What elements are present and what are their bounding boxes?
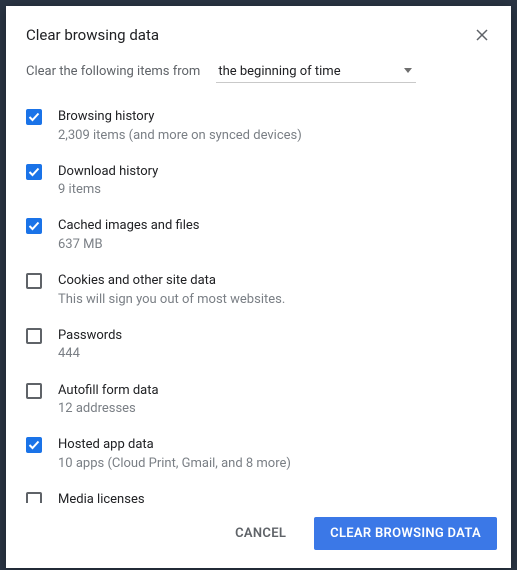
- chevron-down-icon: [404, 68, 412, 73]
- checkbox[interactable]: [26, 383, 42, 399]
- item-title: Download history: [58, 163, 493, 181]
- item-row: Cached images and files637 MB: [24, 208, 493, 263]
- item-subtitle: 9 items: [58, 181, 493, 199]
- app-backdrop: Clear browsing data Clear the following …: [0, 0, 517, 570]
- checkbox[interactable]: [26, 492, 42, 503]
- timerange-select[interactable]: the beginning of time: [216, 64, 416, 83]
- dialog-title: Clear browsing data: [26, 26, 159, 44]
- timerange-label: Clear the following items from: [26, 64, 200, 79]
- item-subtitle: This will sign you out of most websites.: [58, 291, 493, 309]
- item-texts: Autofill form data12 addresses: [58, 382, 493, 419]
- item-row: Cookies and other site dataThis will sig…: [24, 263, 493, 318]
- close-icon: [476, 29, 488, 41]
- item-subtitle: 637 MB: [58, 236, 493, 254]
- item-row: Media licensesYou may lose access to pre…: [24, 482, 493, 503]
- cancel-button[interactable]: Cancel: [219, 517, 302, 550]
- timerange-value: the beginning of time: [218, 64, 340, 79]
- item-texts: Download history9 items: [58, 163, 493, 200]
- clear-browsing-data-dialog: Clear browsing data Clear the following …: [6, 6, 511, 568]
- item-row: Browsing history2,309 items (and more on…: [24, 99, 493, 154]
- dialog-header: Clear browsing data: [6, 6, 511, 54]
- item-subtitle: 444: [58, 345, 493, 363]
- item-texts: Passwords444: [58, 327, 493, 364]
- item-texts: Hosted app data10 apps (Cloud Print, Gma…: [58, 436, 493, 473]
- item-texts: Media licensesYou may lose access to pre…: [58, 491, 493, 503]
- clear-browsing-data-button[interactable]: Clear browsing data: [314, 517, 497, 550]
- dialog-footer: Cancel Clear browsing data: [6, 503, 511, 568]
- checkbox[interactable]: [26, 328, 42, 344]
- item-title: Hosted app data: [58, 436, 493, 454]
- item-title: Autofill form data: [58, 382, 493, 400]
- checkbox[interactable]: [26, 273, 42, 289]
- checkbox[interactable]: [26, 109, 42, 125]
- item-texts: Cached images and files637 MB: [58, 217, 493, 254]
- item-title: Cached images and files: [58, 217, 493, 235]
- checkbox[interactable]: [26, 164, 42, 180]
- item-row: Autofill form data12 addresses: [24, 373, 493, 428]
- item-title: Cookies and other site data: [58, 272, 493, 290]
- item-texts: Cookies and other site dataThis will sig…: [58, 272, 493, 309]
- item-subtitle: 10 apps (Cloud Print, Gmail, and 8 more): [58, 455, 493, 473]
- item-subtitle: 12 addresses: [58, 400, 493, 418]
- timerange-row: Clear the following items from the begin…: [6, 54, 511, 97]
- item-texts: Browsing history2,309 items (and more on…: [58, 108, 493, 145]
- item-row: Passwords444: [24, 318, 493, 373]
- checkbox[interactable]: [26, 437, 42, 453]
- checkbox[interactable]: [26, 218, 42, 234]
- items-list: Browsing history2,309 items (and more on…: [6, 97, 511, 503]
- item-subtitle: 2,309 items (and more on synced devices): [58, 127, 493, 145]
- item-title: Browsing history: [58, 108, 493, 126]
- item-title: Media licenses: [58, 491, 493, 503]
- item-title: Passwords: [58, 327, 493, 345]
- item-row: Download history9 items: [24, 154, 493, 209]
- close-button[interactable]: [471, 24, 493, 46]
- item-row: Hosted app data10 apps (Cloud Print, Gma…: [24, 427, 493, 482]
